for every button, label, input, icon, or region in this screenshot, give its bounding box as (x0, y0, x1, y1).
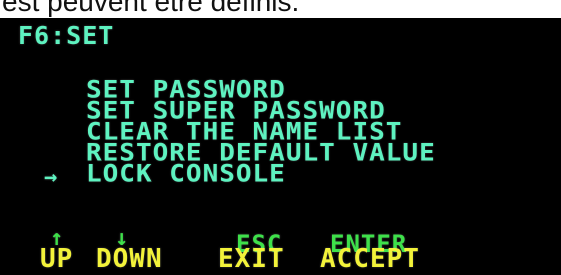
caption-text-cropped: est peuvent être définis. (0, 0, 561, 18)
osd-title: F6:SET (18, 21, 115, 50)
hint-exit-label: EXIT (218, 244, 285, 274)
hint-up-label: UP (40, 244, 74, 274)
hint-down-label: DOWN (96, 244, 163, 274)
selection-arrow-icon: → (44, 165, 59, 190)
caption-text: est peuvent être définis. (2, 0, 300, 17)
menu-item-lock-console[interactable]: LOCK CONSOLE (86, 162, 286, 186)
hint-accept-label: ACCEPT (320, 244, 420, 274)
osd-screen: F6:SET SET PASSWORD SET SUPER PASSWORD C… (0, 18, 561, 275)
